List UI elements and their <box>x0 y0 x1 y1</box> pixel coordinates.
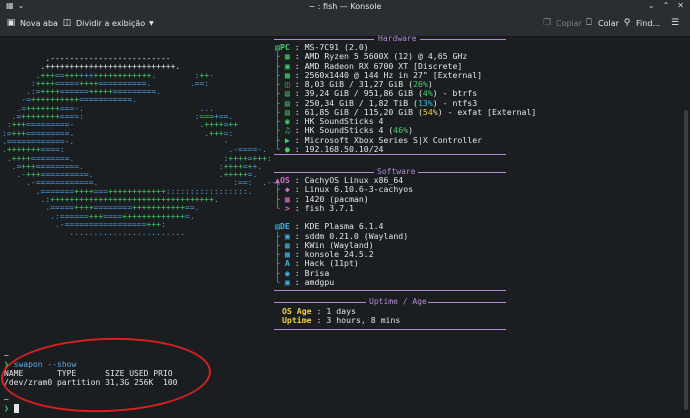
software-border-bottom <box>274 290 506 291</box>
input-line[interactable]: ❯ <box>4 404 19 413</box>
hardware-border-left <box>274 39 374 40</box>
terminal-app-icon[interactable]: ▦ <box>6 1 14 10</box>
scrollbar-thumb[interactable] <box>684 110 688 410</box>
hamburger-menu-icon: ☰ <box>670 18 680 28</box>
menu-button[interactable]: ☰ <box>670 18 680 28</box>
cachyos-ascii-logo: .------------------------- .++++++++++++… <box>2 54 282 238</box>
hardware-border-right <box>420 39 506 40</box>
uptime-title: Uptime / Age <box>369 297 427 306</box>
copy-icon: ❐ <box>542 18 552 28</box>
find-button[interactable]: ⚲ Find... <box>622 18 660 28</box>
split-view-button[interactable]: ◫ Dividir a exibição ▼ <box>62 18 154 28</box>
hardware-title: Hardware <box>378 34 417 43</box>
konsole-window: ▦ ⌄ ~ : fish — Konsole ⌄ ⌃ ✕ ▣ Nova aba … <box>0 0 690 418</box>
paste-label: Colar <box>598 18 619 28</box>
hardware-info: ▤PC : MS-7C91 (2.0) ├ ▦ : AMD Ryzen 5 56… <box>275 42 537 154</box>
maximize-icon[interactable]: ⌃ <box>663 1 670 10</box>
window-title: ~ : fish — Konsole <box>308 1 382 11</box>
new-tab-button[interactable]: ▣ Nova aba <box>6 18 58 28</box>
hardware-border-bottom <box>274 154 506 155</box>
paste-button[interactable]: ⎕ Colar <box>584 18 619 28</box>
new-tab-icon: ▣ <box>6 18 16 28</box>
prompt-cwd-1: ~ <box>4 351 9 360</box>
uptime-border-right <box>428 302 506 303</box>
software-border-left <box>274 172 374 173</box>
search-icon: ⚲ <box>623 18 631 28</box>
new-tab-label: Nova aba <box>20 18 58 28</box>
close-icon[interactable]: ✕ <box>677 1 684 10</box>
uptime-info: OS Age : 1 days Uptime : 3 hours, 8 mins <box>282 306 401 326</box>
title-bar: ▦ ⌄ ~ : fish — Konsole ⌄ ⌃ ✕ <box>0 0 690 12</box>
copy-label: Copiar <box>556 18 582 28</box>
find-label: Find... <box>636 18 661 28</box>
prompt-cwd-2: ~ <box>4 395 9 404</box>
software-info: ▲OS : CachyOS Linux x86_64 ├ ◆ : Linux 6… <box>275 175 414 287</box>
split-view-icon: ◫ <box>62 18 72 28</box>
text-cursor <box>13 404 19 413</box>
chevron-down-icon: ▼ <box>149 19 154 27</box>
uptime-border-left <box>274 302 366 303</box>
minimize-icon[interactable]: ⌄ <box>648 1 655 10</box>
pin-icon[interactable]: ⌄ <box>18 1 25 10</box>
split-view-label: Dividir a exibição <box>76 18 146 28</box>
toolbar: ▣ Nova aba ◫ Dividir a exibição ▼ ❐ Copi… <box>0 12 690 37</box>
copy-button[interactable]: ❐ Copiar <box>542 18 582 28</box>
paste-icon: ⎕ <box>586 18 592 28</box>
uptime-border-bottom <box>274 329 506 330</box>
software-border-right <box>418 172 506 173</box>
